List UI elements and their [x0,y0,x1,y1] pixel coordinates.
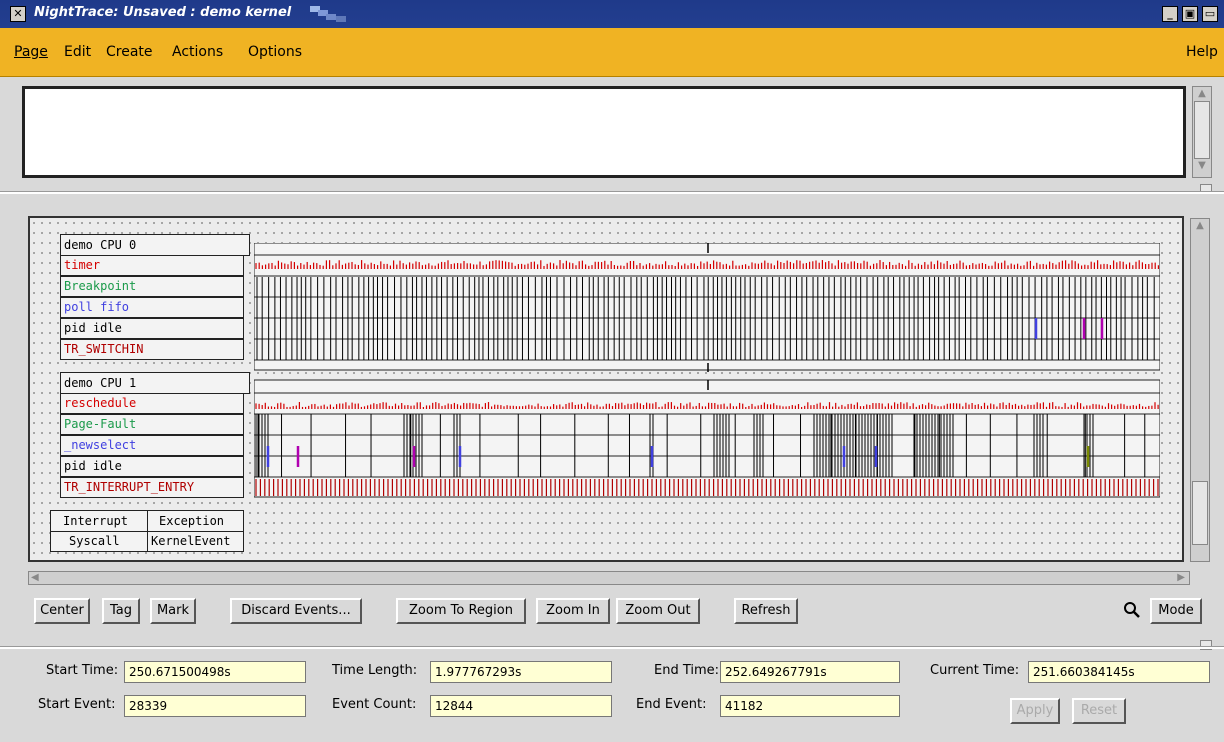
minimize-window-icon[interactable]: _ [1162,6,1178,22]
legend-kernel-event: KernelEvent [151,534,231,548]
event-count-label: Event Count: [332,697,417,712]
trace-vscrollbar[interactable]: ▲ [1190,218,1210,562]
end-event-field[interactable]: 41182 [720,695,900,717]
magnifier-icon[interactable] [1122,600,1142,620]
cpu0-row-tr-switchin[interactable]: TR_SWITCHIN [60,339,244,360]
start-time-field[interactable]: 250.671500498s [124,661,306,683]
menu-create[interactable]: Create [106,44,153,60]
message-scrollbar-thumb[interactable] [1194,101,1210,159]
trace-scroll-up-icon[interactable]: ▲ [1191,219,1209,233]
refresh-button[interactable]: Refresh [734,598,798,624]
legend-exception: Exception [159,514,225,528]
center-button[interactable]: Center [34,598,90,624]
mark-button[interactable]: Mark [150,598,196,624]
menu-edit[interactable]: Edit [64,44,91,60]
cpu1-row-pid-idle[interactable]: pid idle [60,456,244,477]
scroll-down-icon[interactable]: ▼ [1193,159,1211,173]
legend-interrupt: Interrupt [63,514,129,528]
lower-separator [0,646,1224,649]
current-time-field[interactable]: 251.660384145s [1028,661,1210,683]
reset-button[interactable]: Reset [1072,698,1126,724]
apply-button[interactable]: Apply [1010,698,1060,724]
end-event-label: End Event: [636,697,707,712]
message-scrollbar[interactable]: ▲ ▼ [1192,86,1212,178]
cpu0-row-pid-idle[interactable]: pid idle [60,318,244,339]
window-title: NightTrace: Unsaved : demo kernel [34,5,292,20]
discard-events-button[interactable]: Discard Events... [230,598,362,624]
zoom-out-button[interactable]: Zoom Out [616,598,700,624]
scroll-right-icon[interactable]: ▶ [1177,571,1185,585]
title-bar: ✕ NightTrace: Unsaved : demo kernel _ ▣ … [0,0,1224,28]
cpu1-row-reschedule[interactable]: reschedule [60,393,244,414]
cpu1-row-page-fault[interactable]: Page-Fault [60,414,244,435]
cpu0-row-timer[interactable]: timer [60,255,244,276]
start-event-label: Start Event: [38,697,116,712]
cpu1-row-tr-interrupt-entry[interactable]: TR_INTERRUPT_ENTRY [60,477,244,498]
cpu0-header: demo CPU 0 [60,234,250,256]
start-time-label: Start Time: [46,663,119,678]
trace-graph[interactable]: 250.8s251.1s251.4s251.7s252.0s252.3s25 [254,243,1160,500]
time-length-label: Time Length: [332,663,418,678]
close-window-icon[interactable]: ✕ [10,6,26,22]
end-time-label: End Time: [654,663,720,678]
start-event-field[interactable]: 28339 [124,695,306,717]
menu-help[interactable]: Help [1186,44,1218,60]
trace-vscrollbar-thumb[interactable] [1192,481,1208,545]
time-length-field[interactable]: 1.977767293s [430,661,612,683]
scroll-left-icon[interactable]: ◀ [31,571,39,585]
current-time-label: Current Time: [930,663,1020,678]
cpu0-row-breakpoint[interactable]: Breakpoint [60,276,244,297]
menu-options[interactable]: Options [248,44,302,60]
zoom-in-button[interactable]: Zoom In [536,598,610,624]
event-count-field[interactable]: 12844 [430,695,612,717]
event-legend: Interrupt Exception Syscall KernelEvent [50,510,244,552]
legend-syscall: Syscall [69,534,120,548]
shade-window-icon[interactable]: ▭ [1202,6,1218,22]
cpu0-row-poll-fifo[interactable]: poll fifo [60,297,244,318]
menu-page[interactable]: Page [14,44,48,60]
cpu1-row-newselect[interactable]: _newselect [60,435,244,456]
mode-button[interactable]: Mode [1150,598,1202,624]
maximize-window-icon[interactable]: ▣ [1182,6,1198,22]
tag-button[interactable]: Tag [102,598,140,624]
trace-hscrollbar[interactable]: ◀ ▶ [28,571,1190,585]
end-time-field[interactable]: 252.649267791s [720,661,900,683]
pane-separator [0,191,1224,194]
message-area[interactable] [22,86,1186,178]
app-logo-icon [310,6,346,22]
menu-actions[interactable]: Actions [172,44,223,60]
zoom-to-region-button[interactable]: Zoom To Region [396,598,526,624]
menu-bar: Page Edit Create Actions Options Help [0,28,1224,77]
scroll-up-icon[interactable]: ▲ [1193,87,1211,101]
cpu1-header: demo CPU 1 [60,372,250,394]
